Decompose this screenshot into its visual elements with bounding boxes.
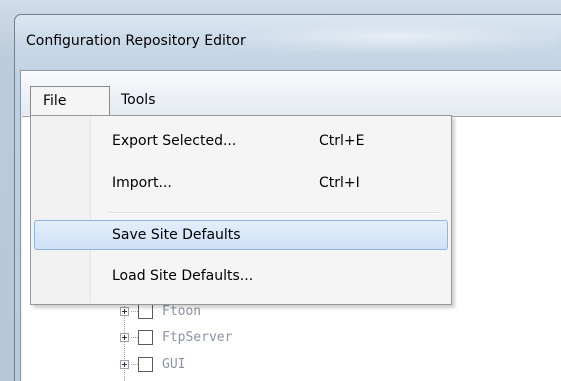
tree-connector — [131, 337, 138, 339]
tree-item-label: GUI — [162, 357, 186, 372]
tree-item-checkbox[interactable] — [138, 330, 153, 345]
file-menu-dropdown: Export Selected... Ctrl+E Import... Ctrl… — [30, 115, 452, 305]
expand-icon[interactable] — [120, 333, 129, 342]
tree-item-label: Ftoon — [162, 304, 202, 319]
title-bar-glass — [235, 22, 555, 52]
tree-connector — [131, 364, 138, 366]
tree-item-label: FtpServer — [162, 330, 233, 345]
menu-item-load-site-defaults[interactable]: Load Site Defaults... — [34, 262, 448, 292]
menu-tools[interactable]: Tools — [109, 86, 164, 116]
expand-icon[interactable] — [120, 307, 129, 316]
menu-item-shortcut: Ctrl+E — [319, 133, 365, 149]
menu-item-import[interactable]: Import... Ctrl+I — [34, 169, 448, 199]
app-window: Configuration Repository Editor File Too… — [0, 0, 561, 381]
tree-connector — [131, 311, 138, 313]
menu-item-save-site-defaults[interactable]: Save Site Defaults — [34, 220, 448, 250]
menu-file[interactable]: File — [30, 86, 110, 117]
menu-item-export-selected[interactable]: Export Selected... Ctrl+E — [34, 127, 448, 157]
menu-item-label: Import... — [112, 175, 172, 191]
tree-item-checkbox[interactable] — [138, 304, 153, 319]
menu-item-label: Save Site Defaults — [112, 227, 241, 243]
menu-item-label: Load Site Defaults... — [112, 268, 254, 284]
menu-item-label: Export Selected... — [112, 133, 237, 149]
window-title: Configuration Repository Editor — [26, 33, 246, 49]
tree-item-checkbox[interactable] — [138, 357, 153, 372]
expand-icon[interactable] — [120, 360, 129, 369]
menu-separator — [109, 212, 439, 214]
menu-item-shortcut: Ctrl+I — [319, 175, 360, 191]
